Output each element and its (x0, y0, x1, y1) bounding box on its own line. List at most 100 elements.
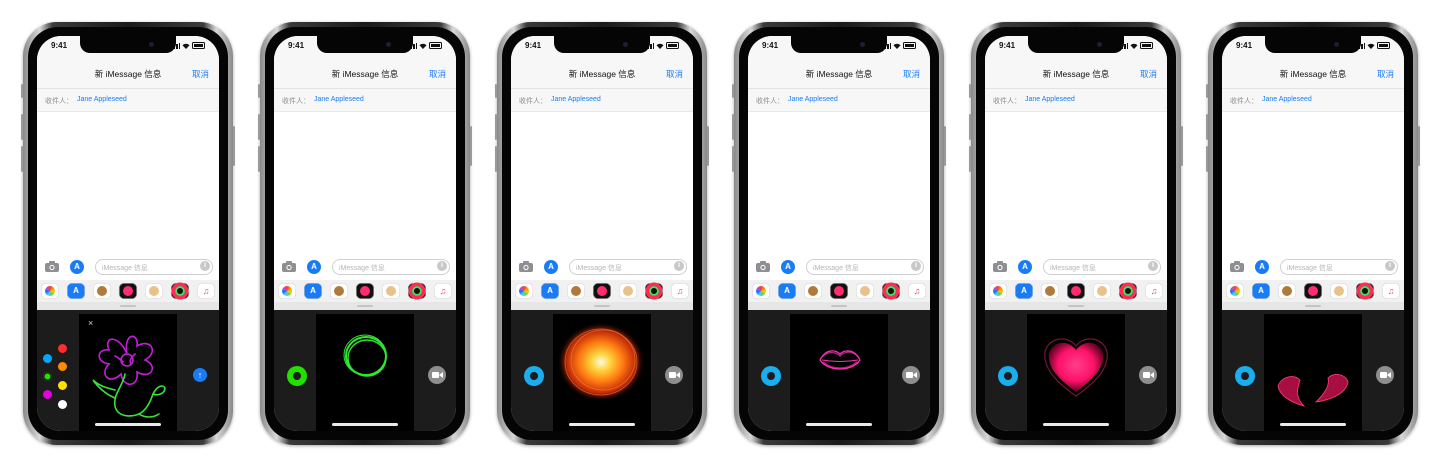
drawer-grabber[interactable] (120, 305, 136, 307)
photos-icon[interactable] (41, 283, 59, 299)
audio-record-icon[interactable]: ǁ (911, 261, 921, 271)
video-camera-icon[interactable] (428, 366, 446, 384)
record-button[interactable] (998, 366, 1018, 386)
home-indicator[interactable] (806, 423, 872, 426)
animoji-icon[interactable] (93, 283, 111, 299)
activity-icon[interactable] (882, 283, 900, 299)
color-swatch-red[interactable] (58, 344, 67, 353)
color-swatch-white[interactable] (58, 400, 67, 409)
recipient-row[interactable]: 收件人： Jane Appleseed (274, 89, 456, 112)
color-swatch-green[interactable] (43, 372, 52, 381)
effect-canvas[interactable] (553, 314, 651, 431)
audio-record-icon[interactable]: ǁ (674, 261, 684, 271)
cancel-button[interactable]: 取消 (1140, 68, 1157, 80)
drawer-grabber[interactable] (831, 305, 847, 307)
color-swatch-blue[interactable] (43, 354, 52, 363)
record-button[interactable] (524, 366, 544, 386)
video-camera-icon[interactable] (1376, 366, 1394, 384)
photos-icon[interactable] (989, 283, 1007, 299)
message-input[interactable]: iMessage 信息 ǁ (1043, 259, 1161, 275)
digital-touch-icon[interactable] (119, 283, 137, 299)
photos-icon[interactable] (752, 283, 770, 299)
record-button[interactable] (287, 366, 307, 386)
cancel-button[interactable]: 取消 (192, 68, 209, 80)
audio-record-icon[interactable]: ǁ (1385, 261, 1395, 271)
app-store-button[interactable]: A (1018, 260, 1032, 274)
recipient-row[interactable]: 收件人： Jane Appleseed (985, 89, 1167, 112)
message-input[interactable]: iMessage 信息 ǁ (95, 259, 213, 275)
audio-record-icon[interactable]: ǁ (437, 261, 447, 271)
photos-icon[interactable] (278, 283, 296, 299)
camera-icon[interactable] (519, 261, 533, 272)
message-input[interactable]: iMessage 信息 ǁ (569, 259, 687, 275)
effect-canvas[interactable] (790, 314, 888, 431)
animoji-icon[interactable] (1278, 283, 1296, 299)
animoji-icon[interactable] (567, 283, 585, 299)
drawer-grabber[interactable] (594, 305, 610, 307)
recipient-name[interactable]: Jane Appleseed (1262, 96, 1312, 103)
activity-icon[interactable] (1356, 283, 1374, 299)
photos-icon[interactable] (1226, 283, 1244, 299)
music-icon[interactable]: ♫ (1145, 283, 1163, 299)
effect-canvas[interactable] (1264, 314, 1362, 431)
message-input[interactable]: iMessage 信息 ǁ (332, 259, 450, 275)
memoji-icon[interactable] (145, 283, 163, 299)
recipient-name[interactable]: Jane Appleseed (788, 96, 838, 103)
cancel-button[interactable]: 取消 (1377, 68, 1394, 80)
effect-canvas[interactable] (316, 314, 414, 431)
close-icon[interactable]: × (88, 318, 93, 328)
app-store-icon[interactable]: A (1015, 283, 1033, 299)
music-icon[interactable]: ♫ (197, 283, 215, 299)
drawer-grabber[interactable] (1305, 305, 1321, 307)
recipient-row[interactable]: 收件人： Jane Appleseed (748, 89, 930, 112)
effect-canvas[interactable] (1027, 314, 1125, 431)
recipient-name[interactable]: Jane Appleseed (1025, 96, 1075, 103)
send-button[interactable]: ↑ (193, 368, 207, 382)
activity-icon[interactable] (408, 283, 426, 299)
memoji-icon[interactable] (1093, 283, 1111, 299)
sketch-canvas[interactable]: × (79, 314, 177, 431)
audio-record-icon[interactable]: ǁ (1148, 261, 1158, 271)
camera-icon[interactable] (993, 261, 1007, 272)
app-store-icon[interactable]: A (1252, 283, 1270, 299)
digital-touch-icon[interactable] (1067, 283, 1085, 299)
home-indicator[interactable] (1280, 423, 1346, 426)
recipient-row[interactable]: 收件人： Jane Appleseed (511, 89, 693, 112)
video-camera-icon[interactable] (1139, 366, 1157, 384)
app-store-button[interactable]: A (544, 260, 558, 274)
recipient-row[interactable]: 收件人： Jane Appleseed (1222, 89, 1404, 112)
home-indicator[interactable] (569, 423, 635, 426)
recipient-name[interactable]: Jane Appleseed (77, 96, 127, 103)
recipient-name[interactable]: Jane Appleseed (314, 96, 364, 103)
drawer-grabber[interactable] (1068, 305, 1084, 307)
color-swatch-yellow[interactable] (58, 381, 67, 390)
cancel-button[interactable]: 取消 (666, 68, 683, 80)
camera-icon[interactable] (756, 261, 770, 272)
memoji-icon[interactable] (382, 283, 400, 299)
camera-icon[interactable] (1230, 261, 1244, 272)
animoji-icon[interactable] (1041, 283, 1059, 299)
cancel-button[interactable]: 取消 (903, 68, 920, 80)
recipient-row[interactable]: 收件人： Jane Appleseed (37, 89, 219, 112)
message-input[interactable]: iMessage 信息 ǁ (806, 259, 924, 275)
digital-touch-icon[interactable] (593, 283, 611, 299)
memoji-icon[interactable] (1330, 283, 1348, 299)
activity-icon[interactable] (171, 283, 189, 299)
activity-icon[interactable] (645, 283, 663, 299)
memoji-icon[interactable] (619, 283, 637, 299)
app-store-button[interactable]: A (781, 260, 795, 274)
app-store-button[interactable]: A (70, 260, 84, 274)
home-indicator[interactable] (332, 423, 398, 426)
video-camera-icon[interactable] (902, 366, 920, 384)
app-store-icon[interactable]: A (541, 283, 559, 299)
app-store-icon[interactable]: A (778, 283, 796, 299)
animoji-icon[interactable] (804, 283, 822, 299)
digital-touch-icon[interactable] (356, 283, 374, 299)
memoji-icon[interactable] (856, 283, 874, 299)
recipient-name[interactable]: Jane Appleseed (551, 96, 601, 103)
music-icon[interactable]: ♫ (908, 283, 926, 299)
activity-icon[interactable] (1119, 283, 1137, 299)
cancel-button[interactable]: 取消 (429, 68, 446, 80)
animoji-icon[interactable] (330, 283, 348, 299)
app-store-button[interactable]: A (307, 260, 321, 274)
